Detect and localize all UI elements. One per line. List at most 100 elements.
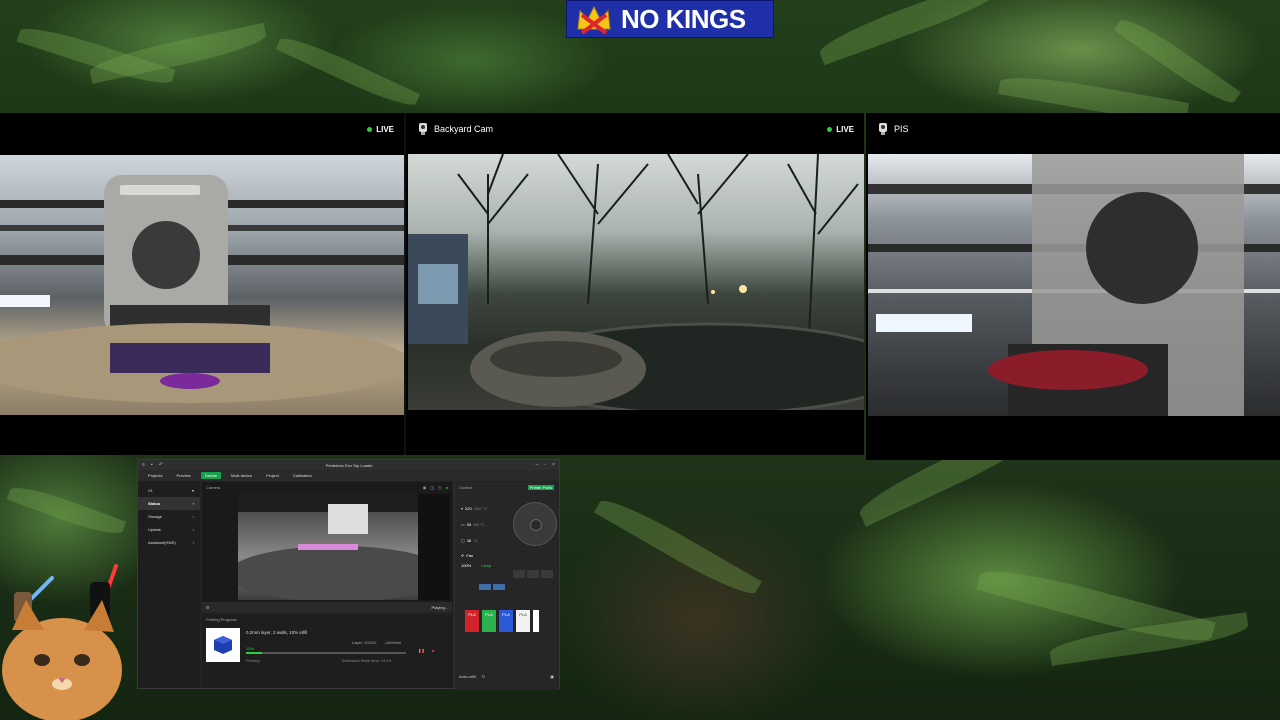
minimize-button[interactable]: – bbox=[536, 462, 539, 468]
playing-status: Playing... bbox=[431, 604, 448, 610]
nozzle-icon: ▾ bbox=[461, 505, 464, 511]
live-label: LIVE bbox=[376, 124, 394, 134]
camera-title: PIS bbox=[878, 123, 1270, 135]
bed-temp[interactable]: ▭ 55 /55 °C bbox=[461, 516, 501, 532]
stop-button[interactable]: ■ bbox=[432, 648, 434, 653]
temp-value: 55 bbox=[466, 521, 472, 527]
finish-time: Estimated finish time: 04:19 bbox=[342, 658, 392, 663]
extruder-buttons bbox=[513, 570, 553, 578]
live-indicator: LIVE bbox=[367, 125, 394, 134]
refresh-icon[interactable]: ↻ bbox=[482, 674, 485, 679]
live-dot-icon bbox=[827, 126, 833, 132]
pause-button[interactable]: ❚❚ bbox=[418, 648, 425, 653]
printing-progress-section: Printing Progress 0.2mm layer, 2 walls, … bbox=[202, 614, 452, 688]
control-label: Control bbox=[459, 484, 472, 490]
studio-titlebar: ≡ ▪ ↶ Printerbox Eco Top Loader – ▫ × bbox=[138, 460, 559, 470]
background-leaf bbox=[275, 30, 421, 113]
chevron-down-icon: ▾ bbox=[191, 488, 194, 493]
temp-value: 38 bbox=[466, 537, 472, 543]
camera-title-text: PIS bbox=[894, 124, 909, 134]
camera-header: LIVE bbox=[0, 113, 404, 145]
ams-tab-a[interactable] bbox=[479, 584, 491, 590]
timelapse-icon[interactable]: ◷ bbox=[438, 485, 442, 490]
chamber-icon: ▢ bbox=[461, 537, 465, 543]
temp-value: 220 bbox=[465, 505, 472, 511]
tab-device[interactable]: Device bbox=[200, 472, 221, 479]
auto-refill-row: Auto-refill ↻ ▣ bbox=[459, 674, 554, 679]
filament-slot[interactable]: PLA bbox=[499, 610, 513, 632]
printer-name: X1 bbox=[148, 488, 153, 493]
save-icon[interactable]: ▪ bbox=[151, 462, 153, 468]
printer-parts-button[interactable]: Printer Parts bbox=[527, 484, 554, 490]
undo-icon[interactable]: ↶ bbox=[159, 462, 163, 468]
temperature-list: ▾ 220 /220 °C ▭ 55 /55 °C ▢ 38 °C ✣ Fan bbox=[461, 500, 501, 570]
nozzle-temp[interactable]: ▾ 220 /220 °C bbox=[461, 500, 501, 516]
lamp-toggle[interactable]: Lamp bbox=[481, 563, 491, 568]
extrude-up-button[interactable] bbox=[513, 570, 525, 578]
sidebar-item-update[interactable]: Update › bbox=[138, 523, 200, 536]
filament-label: PLA bbox=[468, 612, 476, 617]
no-kings-logo: NO KINGS bbox=[566, 0, 774, 38]
filament-slot[interactable]: PLA bbox=[516, 610, 530, 632]
sidebar-item-assistant[interactable]: Assistant(HMS) › bbox=[138, 536, 200, 549]
background-leaf bbox=[6, 480, 127, 541]
tab-preview[interactable]: Preview bbox=[172, 472, 194, 479]
bambu-studio-window: ≡ ▪ ↶ Printerbox Eco Top Loader – ▫ × Pr… bbox=[137, 459, 560, 690]
studio-control-panel: Control Printer Parts ▾ 220 /220 °C ▭ 55… bbox=[454, 482, 558, 690]
video-icon[interactable]: ● bbox=[446, 485, 448, 490]
tab-calibration[interactable]: Calibration bbox=[289, 472, 316, 479]
stream-overlay: NO KINGS LIVE Backyard Cam LIVE PIS ≡ ▪ … bbox=[0, 0, 1280, 720]
auto-refill-button[interactable]: Auto-refill bbox=[459, 674, 476, 679]
filament-slot[interactable]: PLA bbox=[465, 610, 479, 632]
sidebar-item-storage[interactable]: Storage › bbox=[138, 510, 200, 523]
camera-panel-pis: PIS bbox=[866, 113, 1280, 460]
tab-multi-device[interactable]: Multi-device bbox=[227, 472, 256, 479]
sidebar-item-label: Storage bbox=[148, 514, 163, 519]
home-button[interactable] bbox=[530, 519, 542, 531]
chamber-temp: ▢ 38 °C bbox=[461, 532, 501, 548]
crown-icon bbox=[567, 1, 621, 37]
bed-icon: ▭ bbox=[461, 521, 465, 527]
progress-heading: Printing Progress bbox=[206, 616, 237, 622]
studio-tabs: Projects Preview Device Multi-device Pro… bbox=[138, 470, 559, 481]
print-status: Printing bbox=[246, 658, 260, 663]
ams-tab-b[interactable] bbox=[493, 584, 505, 590]
maximize-button[interactable]: ▫ bbox=[544, 462, 546, 468]
tab-projects[interactable]: Projects bbox=[144, 472, 166, 479]
control-header: Control Printer Parts bbox=[455, 482, 558, 492]
temp-target: /220 °C bbox=[473, 505, 488, 511]
external-spool[interactable] bbox=[533, 610, 539, 632]
sidebar-item-label: Update bbox=[148, 527, 161, 532]
extrude-down-button[interactable] bbox=[527, 570, 539, 578]
temp-target: °C bbox=[473, 537, 478, 543]
sidebar-item-status[interactable]: Status › bbox=[138, 497, 200, 510]
printer-selector[interactable]: X1 ▾ bbox=[138, 484, 200, 497]
close-button[interactable]: × bbox=[552, 462, 555, 468]
tab-project[interactable]: Project bbox=[262, 472, 282, 479]
progress-bar bbox=[246, 652, 406, 654]
menu-icon[interactable]: ≡ bbox=[142, 462, 145, 468]
backyard-camera-feed bbox=[408, 154, 864, 410]
filament-slots: PLA PLA PLA PLA bbox=[465, 610, 539, 632]
job-description: 0.2mm layer, 2 walls, 10% infill bbox=[246, 630, 308, 635]
camera-device-icon bbox=[879, 123, 887, 135]
movement-joystick[interactable] bbox=[513, 502, 557, 546]
filament-slot[interactable]: PLA bbox=[482, 610, 496, 632]
ams-tabs bbox=[479, 584, 505, 590]
camera-title: Backyard Cam bbox=[418, 123, 827, 135]
extrude-reset-button[interactable] bbox=[541, 570, 553, 578]
camera-header: PIS bbox=[866, 113, 1280, 145]
live-dot-icon bbox=[367, 126, 373, 132]
print-thumbnail bbox=[206, 628, 240, 662]
snapshot-icon[interactable]: ◫ bbox=[430, 485, 434, 490]
progress-percent: 10% bbox=[246, 646, 255, 651]
camera-label: Camera bbox=[206, 484, 221, 490]
layer-info: Layer: 10/102 bbox=[352, 640, 377, 645]
chevron-right-icon: › bbox=[192, 527, 194, 532]
record-icon[interactable]: ◉ bbox=[423, 485, 427, 490]
fan-control[interactable]: ✣ Fan bbox=[461, 550, 501, 560]
fan-value: 100% bbox=[461, 562, 472, 568]
filament-label: PLA bbox=[519, 612, 527, 617]
lock-icon[interactable]: ▣ bbox=[550, 674, 554, 679]
live-indicator: LIVE bbox=[827, 125, 854, 134]
